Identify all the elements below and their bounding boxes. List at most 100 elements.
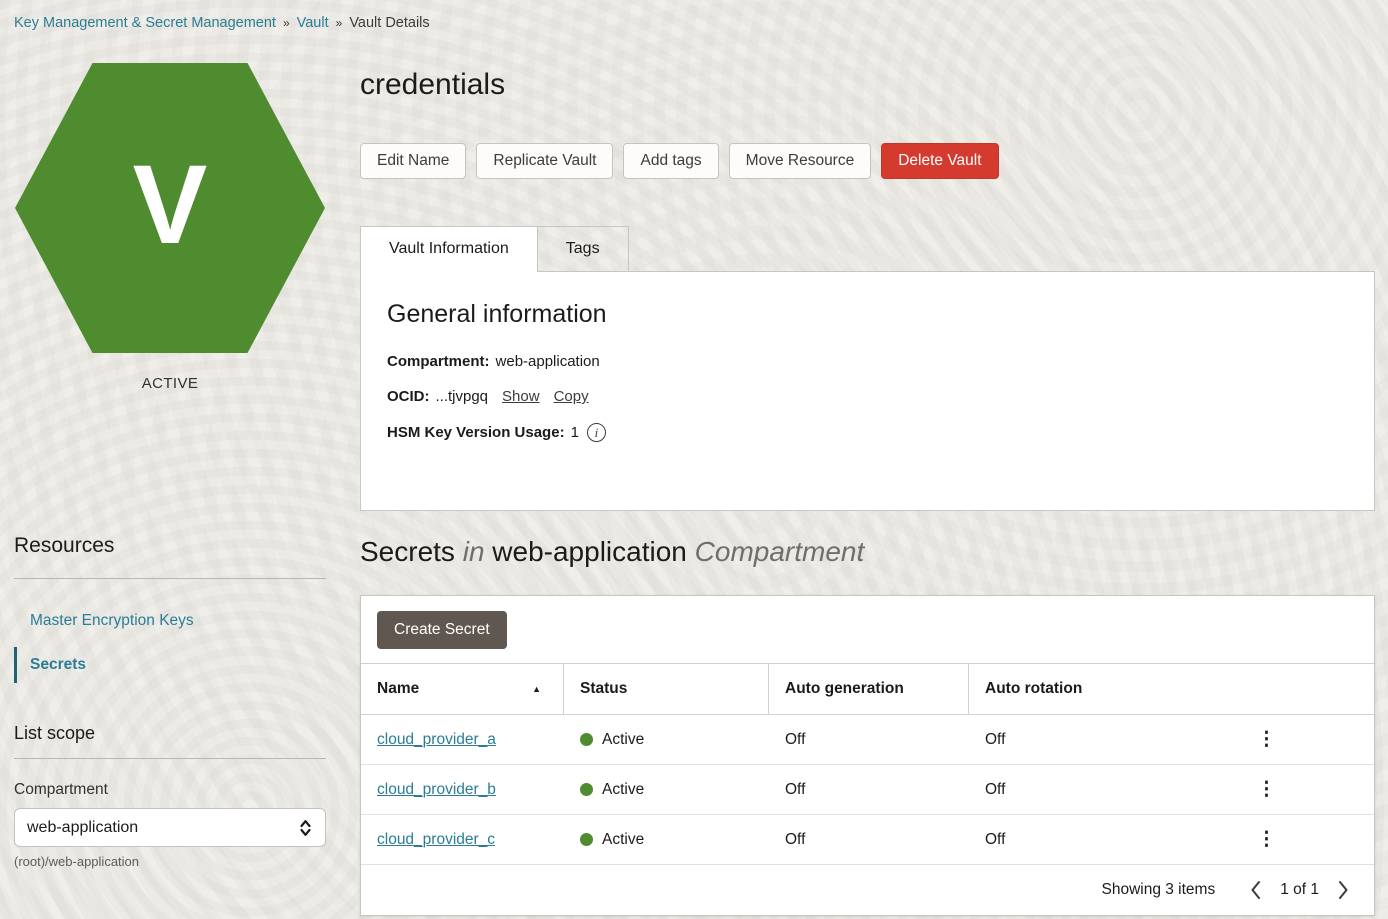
compartment-label: Compartment: xyxy=(387,353,490,370)
secrets-table-toolbar: Create Secret xyxy=(361,596,1374,663)
sort-ascending-icon: ▲ xyxy=(532,684,541,694)
secret-name-cell: cloud_provider_b xyxy=(361,764,564,814)
replicate-vault-button[interactable]: Replicate Vault xyxy=(476,143,613,179)
status-active-icon xyxy=(580,783,593,796)
column-header-label: Name xyxy=(377,680,419,698)
ocid-label: OCID: xyxy=(387,388,430,405)
vault-action-buttons: Edit Name Replicate Vault Add tags Move … xyxy=(360,143,1375,179)
ocid-copy-link[interactable]: Copy xyxy=(554,388,589,405)
sidebar-item-secrets[interactable]: Secrets xyxy=(14,647,326,683)
heading-compartment-name: web-application xyxy=(492,536,687,567)
tab-vault-information[interactable]: Vault Information xyxy=(360,226,538,272)
vault-hexagon-icon: V xyxy=(15,63,325,353)
column-header-auto-generation[interactable]: Auto generation xyxy=(769,663,969,715)
chevron-right-icon xyxy=(1337,880,1350,900)
vault-information-panel: General information Compartment: web-app… xyxy=(360,271,1375,511)
tab-tags[interactable]: Tags xyxy=(538,226,629,271)
row-actions-cell: ⋮ xyxy=(1159,715,1374,764)
compartment-select[interactable]: web-application xyxy=(14,808,326,847)
column-header-status[interactable]: Status xyxy=(564,663,769,715)
kebab-menu-icon[interactable]: ⋮ xyxy=(1257,780,1276,799)
hsm-usage-label: HSM Key Version Usage: xyxy=(387,424,565,441)
left-sidebar: V ACTIVE Resources Master Encryption Key… xyxy=(0,42,360,869)
row-actions-cell: ⋮ xyxy=(1159,814,1374,864)
status-text: Active xyxy=(602,781,644,799)
status-active-icon xyxy=(580,733,593,746)
breadcrumb-separator-icon: » xyxy=(283,16,290,30)
heading-compartment-word: Compartment xyxy=(695,536,865,567)
hsm-info-row: HSM Key Version Usage: 1 i xyxy=(387,423,1348,442)
secret-name-cell: cloud_provider_c xyxy=(361,814,564,864)
status-text: Active xyxy=(602,831,644,849)
auto-generation-cell: Off xyxy=(769,715,969,764)
general-information-heading: General information xyxy=(387,300,1348,329)
breadcrumb-key-management-link[interactable]: Key Management & Secret Management xyxy=(14,15,276,31)
main-content: credentials Edit Name Replicate Vault Ad… xyxy=(360,42,1388,916)
vault-letter: V xyxy=(133,149,208,261)
auto-generation-cell: Off xyxy=(769,814,969,864)
breadcrumb-current-page: Vault Details xyxy=(349,15,429,31)
info-icon[interactable]: i xyxy=(587,423,606,442)
secrets-table-card: Create Secret Name ▲ Status Auto generat… xyxy=(360,595,1375,916)
secret-name-cell: cloud_provider_a xyxy=(361,715,564,764)
previous-page-button[interactable] xyxy=(1245,878,1266,902)
column-header-name[interactable]: Name ▲ xyxy=(361,663,564,715)
secret-link[interactable]: cloud_provider_a xyxy=(377,731,496,749)
hsm-usage-value: 1 xyxy=(571,424,579,441)
breadcrumb-separator-icon: » xyxy=(336,16,343,30)
auto-rotation-cell: Off xyxy=(969,715,1159,764)
breadcrumb-vault-link[interactable]: Vault xyxy=(297,15,329,31)
delete-vault-button[interactable]: Delete Vault xyxy=(881,143,998,179)
add-tags-button[interactable]: Add tags xyxy=(623,143,718,179)
ocid-show-link[interactable]: Show xyxy=(502,388,540,405)
status-text: Active xyxy=(602,731,644,749)
secrets-section-heading: Secrets in web-application Compartment xyxy=(360,535,1375,569)
page-title: credentials xyxy=(360,68,1375,102)
heading-in: in xyxy=(463,536,485,567)
compartment-info-row: Compartment: web-application xyxy=(387,353,1348,370)
ocid-info-row: OCID: ...tjvpgq Show Copy xyxy=(387,388,1348,405)
resources-section: Resources Master Encryption Keys Secrets xyxy=(14,534,326,683)
auto-generation-cell: Off xyxy=(769,764,969,814)
chevron-left-icon xyxy=(1249,880,1262,900)
breadcrumb: Key Management & Secret Management » Vault… xyxy=(0,0,1388,42)
list-scope-heading: List scope xyxy=(14,723,326,744)
sidebar-item-label: Master Encryption Keys xyxy=(30,612,194,630)
vault-detail-tabs: Vault Information Tags xyxy=(360,226,1375,271)
vault-status-text: ACTIVE xyxy=(14,375,326,392)
select-chevrons-icon xyxy=(298,817,313,839)
list-scope-section: List scope Compartment web-application (… xyxy=(14,723,326,869)
table-pagination-footer: Showing 3 items 1 of 1 xyxy=(361,864,1374,915)
create-secret-button[interactable]: Create Secret xyxy=(377,611,507,649)
kebab-menu-icon[interactable]: ⋮ xyxy=(1257,730,1276,749)
kebab-menu-icon[interactable]: ⋮ xyxy=(1257,830,1276,849)
compartment-selected-value: web-application xyxy=(27,819,138,837)
secret-status-cell: Active xyxy=(564,764,769,814)
move-resource-button[interactable]: Move Resource xyxy=(729,143,872,179)
column-header-auto-rotation[interactable]: Auto rotation xyxy=(969,663,1374,715)
secrets-table: Name ▲ Status Auto generation Auto rotat… xyxy=(361,663,1374,864)
secret-status-cell: Active xyxy=(564,814,769,864)
list-scope-divider xyxy=(14,758,326,759)
status-active-icon xyxy=(580,833,593,846)
ocid-value: ...tjvpgq xyxy=(436,388,489,405)
secret-link[interactable]: cloud_provider_c xyxy=(377,831,495,849)
secret-link[interactable]: cloud_provider_b xyxy=(377,781,496,799)
heading-secrets: Secrets xyxy=(360,536,455,567)
vault-status-badge: V ACTIVE xyxy=(14,63,326,392)
edit-name-button[interactable]: Edit Name xyxy=(360,143,466,179)
resources-divider xyxy=(14,578,326,579)
page-indicator: 1 of 1 xyxy=(1280,881,1319,899)
compartment-field-label: Compartment xyxy=(14,781,326,799)
auto-rotation-cell: Off xyxy=(969,764,1159,814)
compartment-path-text: (root)/web-application xyxy=(14,854,326,869)
sidebar-item-label: Secrets xyxy=(30,656,86,674)
secret-status-cell: Active xyxy=(564,715,769,764)
auto-rotation-cell: Off xyxy=(969,814,1159,864)
compartment-value: web-application xyxy=(496,353,600,370)
sidebar-item-master-encryption-keys[interactable]: Master Encryption Keys xyxy=(14,603,326,639)
row-actions-cell: ⋮ xyxy=(1159,764,1374,814)
showing-items-text: Showing 3 items xyxy=(1101,881,1215,899)
next-page-button[interactable] xyxy=(1333,878,1354,902)
resources-heading: Resources xyxy=(14,534,326,558)
